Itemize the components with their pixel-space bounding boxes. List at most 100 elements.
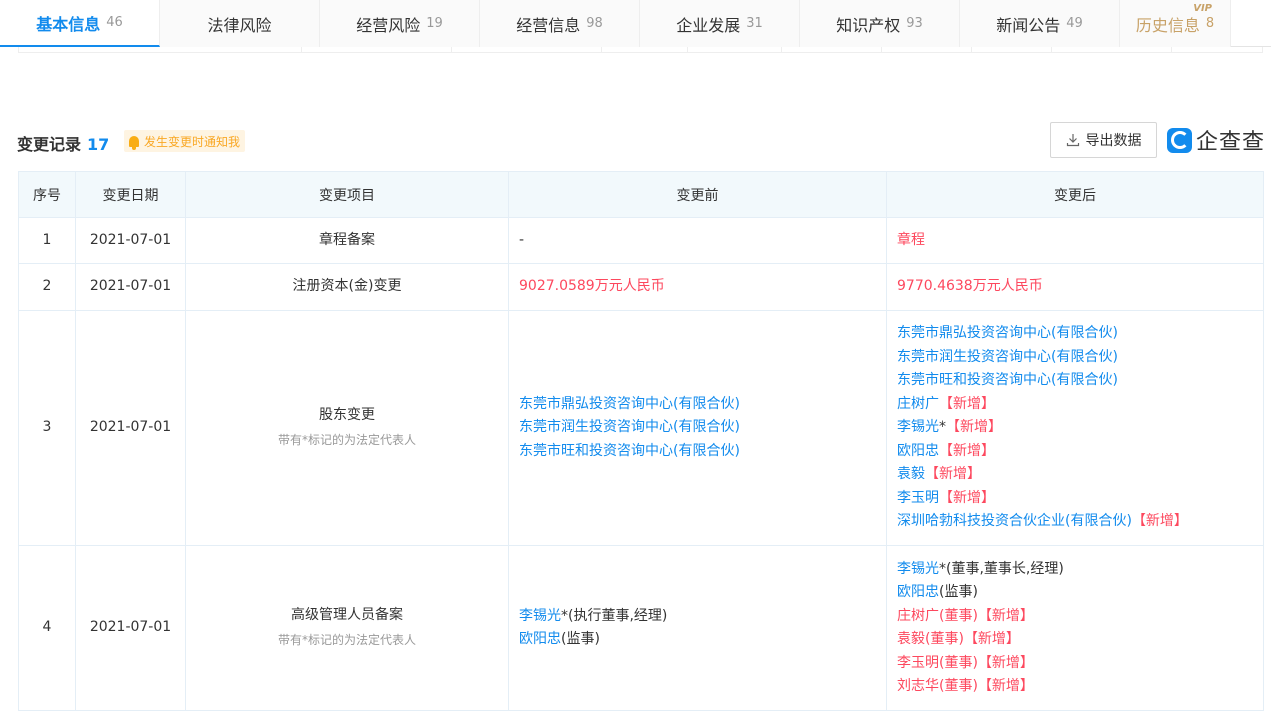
entity-link[interactable]: 李锡光 bbox=[519, 608, 561, 624]
role: (执行董事,经理) bbox=[568, 607, 668, 624]
after-entry: 东莞市鼎弘投资咨询中心(有限合伙) bbox=[897, 322, 1253, 346]
entity-link[interactable]: 欧阳忠 bbox=[897, 584, 939, 600]
notify-button[interactable]: 发生变更时通知我 bbox=[124, 130, 246, 152]
tab-count: 19 bbox=[426, 16, 443, 31]
table-header-row: 序号 变更日期 变更项目 变更前 变更后 bbox=[18, 171, 1264, 218]
entity-link[interactable]: 李玉明 bbox=[897, 655, 939, 671]
column-header: 变更前 bbox=[508, 171, 887, 218]
after-entry: 东莞市旺和投资咨询中心(有限合伙) bbox=[897, 369, 1253, 393]
table-row: 2 2021-07-01 注册资本(金)变更 9027.0589万元人民币 9770.4… bbox=[18, 263, 1264, 311]
tab-label: 历史信息 bbox=[1135, 15, 1200, 35]
tab-3[interactable]: 经营信息 98 bbox=[480, 0, 640, 47]
before-entry: 李锡光*(执行董事,经理) bbox=[519, 605, 876, 629]
entity-link[interactable]: 李锡光 bbox=[897, 419, 939, 435]
new-tag: 【新增】 bbox=[963, 631, 1020, 647]
tab-label: 企业发展 bbox=[676, 15, 741, 35]
qichacha-logo: 企查查 bbox=[1167, 125, 1265, 155]
before-value: 9027.0589万元人民币 bbox=[519, 278, 665, 295]
change-before-cell: 东莞市鼎弘投资咨询中心(有限合伙) 东莞市润生投资咨询中心(有限合伙) 东莞市旺和投… bbox=[508, 310, 887, 546]
new-tag: 【新增】 bbox=[1131, 513, 1188, 530]
after-entry: 李玉明(董事)【新增】 bbox=[897, 652, 1253, 676]
before-entry: 9027.0589万元人民币 bbox=[519, 275, 876, 299]
row-index: 1 bbox=[18, 217, 76, 264]
entity-link[interactable]: 东莞市润生投资咨询中心(有限合伙) bbox=[897, 349, 1118, 365]
after-entry: 庄树广【新增】 bbox=[897, 393, 1253, 417]
tab-1[interactable]: 法律风险 bbox=[160, 0, 320, 47]
new-tag: 【新增】 bbox=[939, 442, 995, 459]
change-item: 股东变更 bbox=[319, 406, 375, 423]
entity-link[interactable]: 东莞市旺和投资咨询中心(有限合伙) bbox=[897, 372, 1118, 388]
tab-4[interactable]: 企业发展 31 bbox=[640, 0, 800, 47]
entity-link[interactable]: 东莞市鼎弘投资咨询中心(有限合伙) bbox=[897, 325, 1118, 341]
entity-link[interactable]: 东莞市旺和投资咨询中心(有限合伙) bbox=[519, 443, 740, 459]
role: (监事) bbox=[939, 584, 978, 600]
tab-count: 31 bbox=[746, 16, 763, 31]
download-icon bbox=[1066, 134, 1079, 147]
after-entry: 李锡光*(董事,董事长,经理) bbox=[897, 558, 1253, 582]
tab-count: 98 bbox=[586, 16, 603, 31]
after-entry: 刘志华(董事)【新增】 bbox=[897, 675, 1253, 699]
export-data-label: 导出数据 bbox=[1085, 133, 1142, 149]
after-entry: 欧阳忠【新增】 bbox=[897, 440, 1253, 464]
after-entry: 章程 bbox=[897, 229, 1253, 253]
entity-link[interactable]: 欧阳忠 bbox=[897, 443, 939, 459]
after-entry: 欧阳忠(监事) bbox=[897, 581, 1253, 605]
new-tag: 【新增】 bbox=[939, 395, 995, 412]
entity-link[interactable]: 李玉明 bbox=[897, 490, 939, 506]
after-entry: 袁毅(董事)【新增】 bbox=[897, 628, 1253, 652]
before-entry: 欧阳忠(监事) bbox=[519, 628, 876, 652]
tab-count: 49 bbox=[1066, 16, 1083, 31]
role: (董事) bbox=[939, 678, 978, 694]
tab-label: 新闻公告 bbox=[996, 15, 1061, 35]
after-entry: 9770.4638万元人民币 bbox=[897, 275, 1253, 299]
tab-2[interactable]: 经营风险 19 bbox=[320, 0, 480, 47]
before-entry: 东莞市润生投资咨询中心(有限合伙) bbox=[519, 416, 876, 440]
before-entry: 东莞市旺和投资咨询中心(有限合伙) bbox=[519, 440, 876, 464]
role: (监事) bbox=[561, 631, 600, 647]
entity-link[interactable]: 刘志华 bbox=[897, 678, 939, 694]
section-title: 变更记录 17 bbox=[17, 131, 109, 155]
entity-link[interactable]: 深圳哈勃科技投资合伙企业(有限合伙) bbox=[897, 513, 1132, 529]
after-entry: 李玉明【新增】 bbox=[897, 487, 1253, 511]
entity-link[interactable]: 庄树广 bbox=[897, 608, 939, 624]
bell-icon bbox=[129, 135, 139, 150]
tab-label: 经营信息 bbox=[516, 15, 581, 35]
change-item: 高级管理人员备案 bbox=[291, 606, 403, 623]
entity-link[interactable]: 袁毅 bbox=[897, 631, 925, 647]
change-after-cell: 章程 bbox=[886, 217, 1264, 264]
change-item: 注册资本(金)变更 bbox=[292, 278, 402, 295]
entity-link[interactable]: 东莞市鼎弘投资咨询中心(有限合伙) bbox=[519, 396, 740, 412]
change-date: 2021-07-01 bbox=[75, 217, 186, 264]
column-header: 变更日期 bbox=[75, 171, 186, 218]
entity-link[interactable]: 庄树广 bbox=[897, 396, 939, 412]
after-entry: 庄树广(董事)【新增】 bbox=[897, 605, 1253, 629]
entity-link[interactable]: 李锡光 bbox=[897, 561, 939, 577]
after-value: 9770.4638万元人民币 bbox=[897, 278, 1043, 295]
change-item-cell: 章程备案 bbox=[185, 217, 509, 264]
column-header: 序号 bbox=[18, 171, 76, 218]
qichacha-logo-icon bbox=[1167, 127, 1192, 153]
entity-link[interactable]: 欧阳忠 bbox=[519, 631, 561, 647]
tab-label: 基本信息 bbox=[36, 14, 101, 34]
new-tag: 【新增】 bbox=[977, 654, 1034, 671]
tab-label: 知识产权 bbox=[836, 15, 901, 35]
legal-rep-note: 带有*标记的为法定代表人 bbox=[277, 633, 416, 647]
change-item-cell: 高级管理人员备案 带有*标记的为法定代表人 bbox=[185, 545, 509, 711]
tab-6[interactable]: 新闻公告 49 bbox=[960, 0, 1120, 47]
before-entry: 东莞市鼎弘投资咨询中心(有限合伙) bbox=[519, 393, 876, 417]
entity-link[interactable]: 袁毅 bbox=[897, 466, 925, 482]
section-title-text: 变更记录 bbox=[17, 135, 82, 154]
after-entry: 深圳哈勃科技投资合伙企业(有限合伙)【新增】 bbox=[897, 510, 1253, 534]
tab-0[interactable]: 基本信息 46 bbox=[0, 0, 160, 47]
top-tab-bar: 基本信息 46 法律风险 经营风险 19 经营信息 98 企业发展 31 知识产权 93 新闻公告 49… bbox=[0, 0, 1271, 47]
export-data-button[interactable]: 导出数据 bbox=[1050, 122, 1157, 158]
legal-rep-star: * bbox=[939, 560, 946, 577]
tab-7[interactable]: 历史信息 8 VIP bbox=[1120, 0, 1231, 47]
tab-5[interactable]: 知识产权 93 bbox=[800, 0, 960, 47]
table-row: 3 2021-07-01 股东变更 带有*标记的为法定代表人 东莞市鼎弘投资咨询中心(有… bbox=[18, 310, 1264, 546]
before-value: - bbox=[519, 231, 525, 248]
entity-link[interactable]: 东莞市润生投资咨询中心(有限合伙) bbox=[519, 419, 740, 435]
change-date: 2021-07-01 bbox=[75, 310, 186, 546]
change-date: 2021-07-01 bbox=[75, 545, 186, 711]
tab-label: 经营风险 bbox=[356, 15, 421, 35]
